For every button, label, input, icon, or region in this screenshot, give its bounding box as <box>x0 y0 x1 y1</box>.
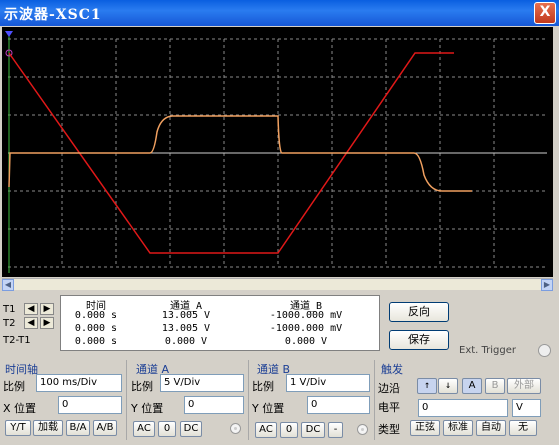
mode-load-button[interactable]: 加载 <box>33 420 63 436</box>
trigger-type-auto-button[interactable]: 自动 <box>476 420 506 436</box>
readout-row-t2-t1: 0.000 s 0.000 V 0.000 V <box>61 336 379 349</box>
channel-b-ac-button[interactable]: AC <box>255 422 277 438</box>
timebase-scale-field[interactable]: 100 ms/Div <box>36 374 122 392</box>
channel-a-zero-button[interactable]: 0 <box>158 421 176 437</box>
t1-channel-b: -1000.000 mV <box>269 310 343 321</box>
trigger-type-sine-button[interactable]: 正弦 <box>410 420 440 436</box>
group-divider <box>248 360 249 440</box>
channel-b-ypos-field[interactable]: 0 <box>307 396 370 414</box>
delta-time: 0.000 s <box>74 336 118 347</box>
reverse-button[interactable]: 反向 <box>389 302 449 322</box>
channel-a-ypos-label: Y 位置 <box>131 402 164 415</box>
trigger-level-unit-select[interactable]: V <box>512 399 541 417</box>
group-divider <box>126 360 127 440</box>
t2-channel-a: 13.005 V <box>161 323 211 334</box>
t2-label: T2 <box>3 318 16 329</box>
close-button[interactable]: X <box>534 2 556 24</box>
channel-a-ypos-field[interactable]: 0 <box>184 396 244 414</box>
mode-ab-button[interactable]: A/B <box>93 420 117 436</box>
cursor-t1-handle[interactable] <box>5 31 13 37</box>
waveform-display <box>5 31 547 273</box>
falling-edge-icon[interactable]: ↓ <box>438 378 458 394</box>
channel-b-dc-button[interactable]: DC <box>301 422 325 438</box>
t2-left-arrow-icon[interactable]: ◀ <box>24 317 38 329</box>
trigger-title: 触发 <box>381 363 403 376</box>
horizontal-scrollbar[interactable]: ◀ ▶ <box>2 278 553 291</box>
x-position-field[interactable]: 0 <box>58 396 122 414</box>
title-bar: 示波器-XSC1 X <box>0 0 559 26</box>
channel-a-scale-field[interactable]: 5 V/Div <box>160 374 244 392</box>
scroll-left-arrow-icon[interactable]: ◀ <box>2 279 14 291</box>
readout-row-t2: 0.000 s 13.005 V -1000.000 mV <box>61 323 379 336</box>
trigger-type-label: 类型 <box>378 423 400 436</box>
cursor-readout-panel: 时间 通道_A 通道_B 0.000 s 13.005 V -1000.000 … <box>60 295 380 351</box>
channel-b-ypos-label: Y 位置 <box>252 402 285 415</box>
trigger-type-normal-button[interactable]: 标准 <box>443 420 473 436</box>
channel-a-dc-button[interactable]: DC <box>180 421 202 437</box>
channel-b-scale-field[interactable]: 1 V/Div <box>286 374 370 392</box>
trigger-edge-label: 边沿 <box>378 382 400 395</box>
channel-a-terminal[interactable] <box>230 423 241 434</box>
t1-channel-a: 13.005 V <box>161 310 211 321</box>
t1-left-arrow-icon[interactable]: ◀ <box>24 303 38 315</box>
save-button[interactable]: 保存 <box>389 330 449 350</box>
readout-header: 时间 通道_A 通道_B <box>61 297 379 312</box>
readout-row-t1: 0.000 s 13.005 V -1000.000 mV <box>61 310 379 323</box>
timebase-scale-label: 比例 <box>3 380 25 393</box>
t1-label: T1 <box>3 304 16 315</box>
t2-channel-b: -1000.000 mV <box>269 323 343 334</box>
group-divider <box>374 360 375 440</box>
mode-ba-button[interactable]: B/A <box>66 420 90 436</box>
t2-right-arrow-icon[interactable]: ▶ <box>40 317 54 329</box>
channel-b-terminal[interactable] <box>357 424 368 435</box>
t1-time: 0.000 s <box>74 310 118 321</box>
t1-right-arrow-icon[interactable]: ▶ <box>40 303 54 315</box>
ext-trigger-terminal[interactable] <box>538 344 551 357</box>
timebase-title: 时间轴 <box>5 363 38 376</box>
ext-trigger-label: Ext. Trigger <box>459 345 517 356</box>
trigger-source-external-button[interactable]: 外部 <box>507 378 541 394</box>
delta-channel-b: 0.000 V <box>284 336 328 347</box>
channel-a-scale-label: 比例 <box>131 380 153 393</box>
delta-channel-a: 0.000 V <box>164 336 208 347</box>
x-position-label: X 位置 <box>3 402 37 415</box>
channel-a-ac-button[interactable]: AC <box>133 421 155 437</box>
trigger-level-label: 电平 <box>378 401 400 414</box>
trigger-source-b-button[interactable]: B <box>485 378 505 394</box>
t2-time: 0.000 s <box>74 323 118 334</box>
trigger-level-field[interactable]: 0 <box>418 399 508 417</box>
trigger-source-a-button[interactable]: A <box>462 378 482 394</box>
scroll-right-arrow-icon[interactable]: ▶ <box>541 279 553 291</box>
channel-b-zero-button[interactable]: 0 <box>280 422 298 438</box>
window-title: 示波器-XSC1 <box>4 7 102 23</box>
channel-b-scale-label: 比例 <box>252 380 274 393</box>
oscilloscope-screen[interactable] <box>2 27 553 277</box>
trigger-type-none-button[interactable]: 无 <box>509 420 537 436</box>
channel-b-invert-button[interactable]: - <box>328 422 343 438</box>
rising-edge-icon[interactable]: ↑ <box>417 378 437 394</box>
mode-yt-button[interactable]: Y/T <box>5 420 31 436</box>
t2-t1-label: T2-T1 <box>3 335 31 346</box>
